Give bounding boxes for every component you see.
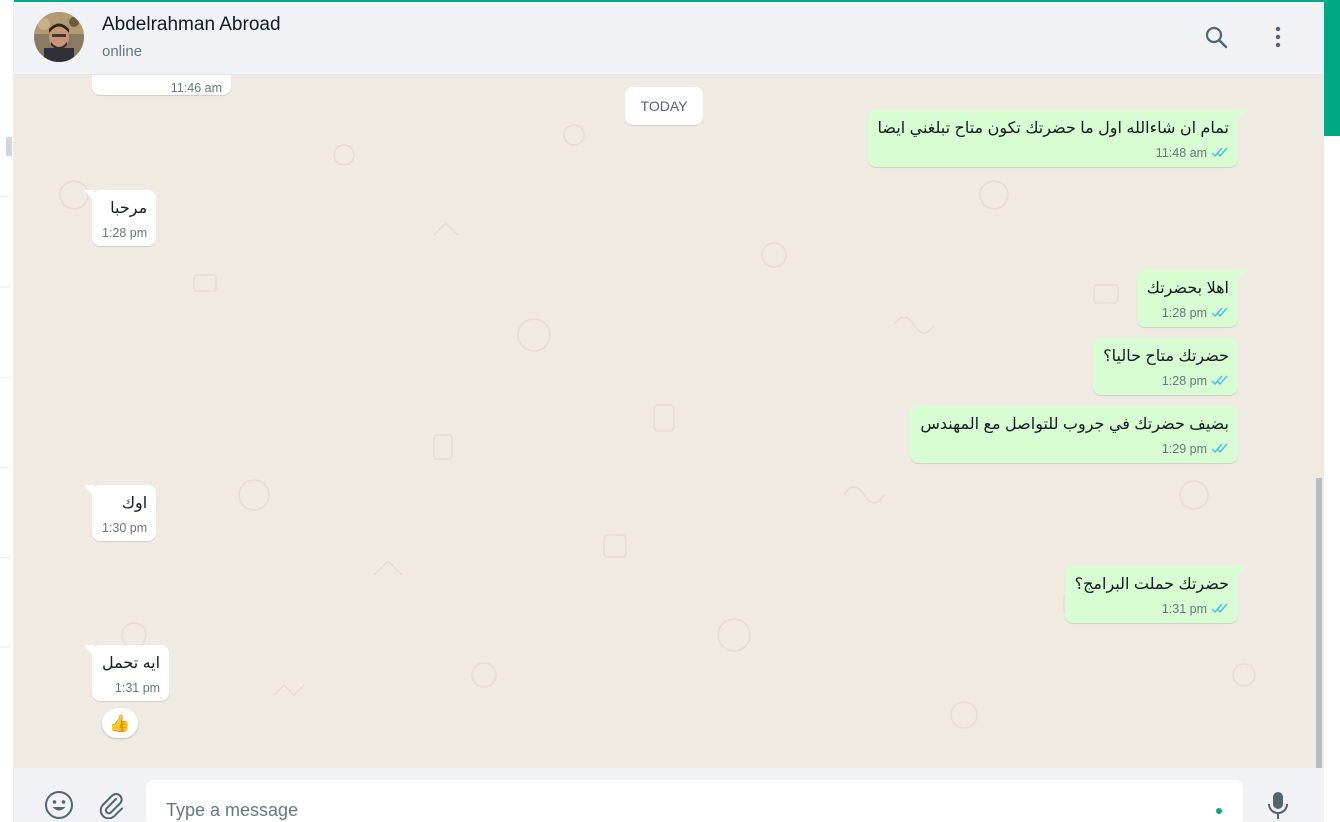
emoji-icon[interactable] xyxy=(42,788,76,822)
composer-bar xyxy=(14,768,1324,822)
message-time: 1:31 pm xyxy=(114,681,161,695)
message-text: حضرتك حملت البرامج؟ xyxy=(1074,576,1229,593)
message-text: بضيف حضرتك في جروب للتواصل مع المهندس xyxy=(920,416,1229,433)
message-text: حضرتك متاح حاليا؟ xyxy=(1103,348,1229,365)
message-bubble-incoming[interactable]: مرحبا 1:28 pm xyxy=(83,190,157,246)
reaction-thumbs-up-icon[interactable]: 👍 xyxy=(102,708,138,738)
day-separator: TODAY xyxy=(625,87,703,125)
message-time: 11:48 am xyxy=(1155,146,1207,160)
message-text: اوك xyxy=(121,495,148,512)
message-time: 1:28 pm xyxy=(1161,374,1207,388)
selected-chat-marker xyxy=(6,137,12,156)
message-time: 1:30 pm xyxy=(102,521,148,535)
message-text: تمام ان شاءالله اول ما حضرتك تكون متاح ت… xyxy=(877,120,1229,137)
message-list[interactable]: 11:46 am TODAY تمام ان شاءالله اول ما حض… xyxy=(14,75,1324,768)
chat-list-edge xyxy=(0,0,14,822)
message-bubble-incoming[interactable]: 11:46 am xyxy=(92,75,231,95)
message-time: 11:46 am xyxy=(170,81,222,95)
scrollbar-thumb[interactable] xyxy=(1316,478,1322,768)
message-bubble-outgoing[interactable]: حضرتك حملت البرامج؟ 1:31 pm xyxy=(1064,566,1247,623)
message-bubble-outgoing[interactable]: حضرتك متاح حاليا؟ 1:28 pm xyxy=(1093,338,1238,395)
window-edge xyxy=(1324,2,1340,822)
message-text: مرحبا xyxy=(110,200,148,217)
attach-icon[interactable] xyxy=(94,788,128,822)
message-bubble-incoming[interactable]: ايه تحمل 1:31 pm xyxy=(83,645,170,701)
read-ticks-icon xyxy=(1211,147,1229,161)
menu-icon[interactable] xyxy=(1265,24,1291,50)
mic-icon[interactable] xyxy=(1261,788,1295,822)
read-ticks-icon xyxy=(1211,443,1229,457)
message-input[interactable] xyxy=(146,780,1243,822)
contact-status: online xyxy=(102,43,143,60)
message-time: 1:29 pm xyxy=(1161,442,1207,456)
read-ticks-icon xyxy=(1211,603,1229,617)
avatar[interactable] xyxy=(34,12,84,62)
message-text: ايه تحمل xyxy=(102,655,161,672)
message-text: اهلا بحضرتك xyxy=(1146,280,1229,297)
message-bubble-outgoing[interactable]: اهلا بحضرتك 1:28 pm xyxy=(1136,270,1247,327)
message-time: 1:28 pm xyxy=(1161,306,1207,320)
contact-name[interactable]: Abdelrahman Abroad xyxy=(102,14,281,36)
search-icon[interactable] xyxy=(1203,24,1229,50)
message-bubble-outgoing[interactable]: بضيف حضرتك في جروب للتواصل مع المهندس 1:… xyxy=(910,406,1238,463)
message-time: 1:31 pm xyxy=(1161,602,1207,616)
chat-header[interactable]: Abdelrahman Abroad online xyxy=(14,2,1324,75)
message-bubble-outgoing[interactable]: تمام ان شاءالله اول ما حضرتك تكون متاح ت… xyxy=(867,110,1247,167)
message-time: 1:28 pm xyxy=(102,226,148,240)
read-ticks-icon xyxy=(1211,375,1229,389)
read-ticks-icon xyxy=(1211,307,1229,321)
message-bubble-incoming[interactable]: اوك 1:30 pm xyxy=(83,485,157,541)
input-indicator-dot xyxy=(1216,808,1222,814)
